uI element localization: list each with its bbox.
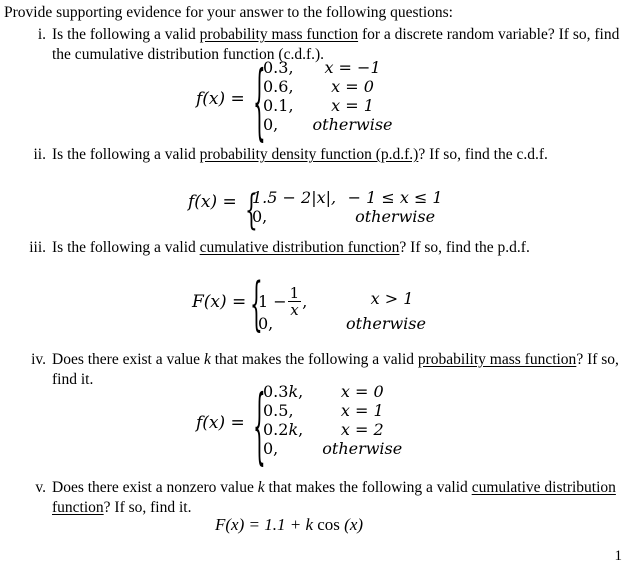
- formula-iii: F(x) = { 1 −1 x, x > 1 0, otherwise: [0, 272, 627, 334]
- variable-k: k: [288, 382, 299, 401]
- formula-ii-lhs: f(x) =: [188, 192, 237, 212]
- item-marker-iii: iii.: [29, 239, 46, 256]
- case-row: 1.5 − 2|x|, − 1 ≤ x ≤ 1: [252, 188, 454, 207]
- case-row: 0.3, x = −1: [263, 58, 412, 77]
- fraction-one-over-x: 1x: [287, 284, 302, 318]
- item-text-i-underlined: probability mass function: [199, 26, 359, 43]
- item-text-iii-underlined: cumulative distribution function: [199, 239, 400, 256]
- formula-v-lhs: F(x) = 1.1 +: [215, 515, 306, 534]
- formula-iv: f(x) = { 0.3k, x = 0 0.5, x = 1 0.2k, x …: [0, 382, 627, 466]
- case-value: 0.2k,: [263, 420, 304, 439]
- formula-iii-case-2: 0,: [258, 314, 274, 333]
- case-condition: x = 0: [340, 382, 384, 401]
- item-text-ii-post: ? If so, find the c.d.f.: [418, 146, 548, 163]
- item-text-ii: Is the following a valid probability den…: [52, 145, 624, 165]
- formula-ii-cases: 1.5 − 2|x|, − 1 ≤ x ≤ 1 0, otherwise: [252, 188, 454, 226]
- formula-v: F(x) = 1.1 + k cos (x): [215, 515, 363, 535]
- item-text-v-pre: Does there exist a nonzero value k that …: [52, 479, 472, 496]
- case-value-comma: ,: [302, 292, 308, 312]
- case-row: 0, otherwise: [263, 439, 421, 458]
- case-value-one-minus: 1 −: [258, 292, 287, 312]
- case-row: 0.5, x = 1: [263, 401, 421, 420]
- case-condition: x = 1: [331, 96, 374, 115]
- variable-k: k: [203, 351, 211, 368]
- case-condition: x = 0: [331, 77, 374, 96]
- item-marker-iv: iv.: [31, 351, 46, 368]
- variable-k: k: [288, 420, 299, 439]
- formula-ii: f(x) = { 1.5 − 2|x|, − 1 ≤ x ≤ 1 0, othe…: [0, 188, 627, 232]
- document-page: Provide supporting evidence for your ans…: [0, 0, 627, 566]
- case-value: 0.3k,: [263, 382, 304, 401]
- case-condition: x = 1: [340, 401, 384, 420]
- case-value: 0.1,: [263, 96, 294, 115]
- item-text-iv-underlined: probability mass function: [417, 351, 577, 368]
- item-marker-v: v.: [35, 479, 46, 496]
- formula-i: f(x) = { 0.3, x = −1 0.6, x = 0 0.1, x =…: [0, 58, 627, 142]
- case-row: 0, otherwise: [263, 115, 412, 134]
- formula-iii-condition-1: x > 1: [370, 289, 414, 308]
- formula-i-cases: 0.3, x = −1 0.6, x = 0 0.1, x = 1 0, oth…: [263, 58, 412, 134]
- case-value: 1.5 − 2|x|,: [252, 188, 337, 207]
- formula-i-lhs: f(x) =: [196, 89, 245, 109]
- item-text-iii-pre: Is the following a valid: [52, 239, 200, 256]
- formula-v-cos: cos: [313, 515, 345, 534]
- case-condition: x = −1: [324, 58, 381, 77]
- case-value: 0.5,: [263, 401, 294, 420]
- item-text-i-pre: Is the following a valid: [52, 26, 200, 43]
- case-row: 0.2k, x = 2: [263, 420, 421, 439]
- formula-v-k: k: [305, 515, 313, 534]
- item-text-iii-post: ? If so, find the p.d.f.: [399, 239, 530, 256]
- case-value: 0.6,: [263, 77, 294, 96]
- item-text-iv-pre: Does there exist a value k that makes th…: [52, 351, 418, 368]
- item-text-v-post: ? If so, find it.: [103, 498, 192, 516]
- item-text-ii-underlined: probability density function (p.d.f.): [199, 146, 419, 163]
- intro-line: Provide supporting evidence for your ans…: [4, 4, 453, 21]
- variable-k: k: [257, 479, 265, 496]
- formula-v-arg: (x): [344, 515, 364, 534]
- case-row: 0, otherwise: [252, 207, 454, 226]
- fraction-denominator: x: [287, 301, 302, 318]
- case-row: 0.6, x = 0: [263, 77, 412, 96]
- case-condition: − 1 ≤ x ≤ 1: [347, 188, 443, 207]
- case-row: 0.3k, x = 0: [263, 382, 421, 401]
- formula-iv-lhs: f(x) =: [196, 413, 245, 433]
- case-condition: x = 2: [340, 420, 384, 439]
- item-marker-ii: ii.: [33, 146, 47, 163]
- case-value: 0,: [252, 207, 268, 226]
- item-text-v: Does there exist a nonzero value k that …: [52, 478, 624, 517]
- item-marker-i: i.: [37, 26, 46, 43]
- item-text-iii: Is the following a valid cumulative dist…: [52, 238, 624, 258]
- case-value: 0.3,: [263, 58, 294, 77]
- case-condition: otherwise: [355, 207, 436, 226]
- fraction-numerator: 1: [289, 284, 300, 302]
- formula-iii-condition-2: otherwise: [346, 314, 426, 333]
- case-condition: otherwise: [312, 115, 393, 134]
- case-row: 0.1, x = 1: [263, 96, 412, 115]
- case-value: 0,: [263, 439, 279, 458]
- case-value: 0,: [263, 115, 279, 134]
- formula-iv-cases: 0.3k, x = 0 0.5, x = 1 0.2k, x = 2 0, ot…: [263, 382, 421, 458]
- case-condition: otherwise: [322, 439, 403, 458]
- item-text-ii-pre: Is the following a valid: [52, 146, 200, 163]
- formula-iii-lhs: F(x) =: [192, 292, 247, 312]
- page-number: 1: [614, 548, 623, 564]
